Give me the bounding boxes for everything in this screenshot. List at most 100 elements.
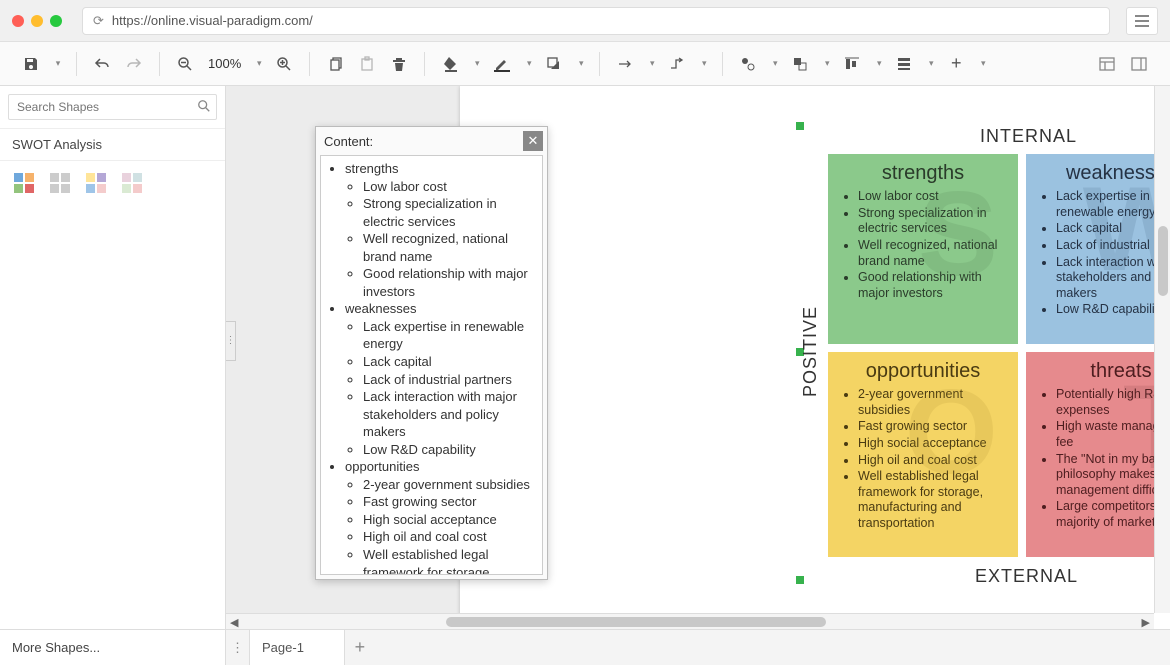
- list-item: Lack of industrial partners: [1056, 238, 1170, 254]
- arrange-button[interactable]: [787, 51, 813, 77]
- shapes-sidebar: SWOT Analysis: [0, 86, 226, 629]
- menu-icon[interactable]: [1126, 7, 1158, 35]
- list-item: 2-year government subsidies: [363, 476, 536, 494]
- delete-button[interactable]: [386, 51, 412, 77]
- save-dropdown-icon[interactable]: ▾: [52, 58, 64, 69]
- close-window-icon[interactable]: [12, 15, 24, 27]
- main-area: SWOT Analysis ⋮ INTERNAL EXTERNAL POSIT: [0, 86, 1170, 629]
- reload-icon[interactable]: ⟳: [93, 13, 104, 29]
- list-item: Well recognized, national brand name: [858, 238, 1008, 269]
- search-shapes-input[interactable]: [8, 94, 217, 120]
- sidebar-section-swot[interactable]: SWOT Analysis: [0, 129, 225, 161]
- list-item: High social acceptance: [363, 511, 536, 529]
- list-item: Lack interaction with major stakeholders…: [363, 388, 536, 441]
- strengths-title: strengths: [838, 162, 1008, 185]
- swot-shape-4[interactable]: [120, 171, 144, 195]
- close-icon[interactable]: ✕: [523, 131, 543, 151]
- list-item: Potentially high R&D expenses: [1056, 387, 1170, 418]
- outline-panel-button[interactable]: [1126, 51, 1152, 77]
- window-controls: [12, 15, 62, 27]
- add-page-button[interactable]: +: [345, 630, 375, 665]
- threats-title: threats: [1036, 360, 1170, 383]
- weaknesses-list: Lack expertise in renewable energyLack c…: [1036, 189, 1170, 318]
- weaknesses-title: weaknesses: [1036, 162, 1170, 185]
- list-item: Lack expertise in renewable energy: [1056, 189, 1170, 220]
- list-item: Strong specialization in electric servic…: [363, 195, 536, 230]
- format-panel-button[interactable]: [1094, 51, 1120, 77]
- quad-opportunities[interactable]: O opportunities 2-year government subsid…: [828, 352, 1018, 557]
- list-item: Lack interaction with major stakeholders…: [1056, 255, 1170, 302]
- shadow-button[interactable]: [541, 51, 567, 77]
- quad-weaknesses[interactable]: W weaknesses Lack expertise in renewable…: [1026, 154, 1170, 344]
- connector-style-button[interactable]: [612, 51, 638, 77]
- fill-color-button[interactable]: [437, 51, 463, 77]
- distribute-button[interactable]: [891, 51, 917, 77]
- list-item: Large competitors get majority of market…: [1056, 499, 1170, 530]
- zoom-out-button[interactable]: [172, 51, 198, 77]
- zoom-window-icon[interactable]: [50, 15, 62, 27]
- line-color-button[interactable]: [489, 51, 515, 77]
- list-item: Lack of industrial partners: [363, 371, 536, 389]
- save-button[interactable]: [18, 51, 44, 77]
- search-icon[interactable]: [197, 99, 211, 118]
- list-item: High waste management fee: [1056, 419, 1170, 450]
- list-item: Well established legal framework for sto…: [363, 546, 536, 575]
- footer: More Shapes... ⋮ Page-1 +: [0, 629, 1170, 665]
- sidebar-collapse-handle[interactable]: ⋮: [226, 321, 236, 361]
- url-text: https://online.visual-paradigm.com/: [112, 13, 313, 28]
- main-toolbar: ▾ 100%▾ ▾ ▾ ▾ ▾ ▾ ▾ ▾ ▾ ▾ +▾: [0, 42, 1170, 86]
- swot-label-positive: POSITIVE: [800, 306, 821, 397]
- list-item: Lack capital: [1056, 221, 1170, 237]
- v-scrollbar-thumb[interactable]: [1158, 226, 1168, 296]
- zoom-level[interactable]: 100%: [204, 56, 245, 71]
- content-outline[interactable]: strengthsLow labor costStrong specializa…: [327, 160, 536, 575]
- zoom-dropdown-icon[interactable]: ▾: [253, 58, 265, 69]
- list-item: Fast growing sector: [363, 493, 536, 511]
- swot-label-internal: INTERNAL: [980, 126, 1077, 147]
- list-item: Well established legal framework for sto…: [858, 469, 1008, 532]
- edit-style-button[interactable]: [735, 51, 761, 77]
- selection-handle[interactable]: [796, 122, 804, 130]
- h-scrollbar-thumb[interactable]: [446, 617, 826, 627]
- zoom-in-button[interactable]: [271, 51, 297, 77]
- paste-button[interactable]: [354, 51, 380, 77]
- list-item: Low labor cost: [858, 189, 1008, 205]
- list-item: 2-year government subsidies: [858, 387, 1008, 418]
- swot-shape-3[interactable]: [84, 171, 108, 195]
- vertical-scrollbar[interactable]: [1154, 86, 1170, 613]
- tab-page-1[interactable]: Page-1: [250, 630, 345, 665]
- list-item: High oil and coal cost: [858, 453, 1008, 469]
- horizontal-scrollbar[interactable]: ◀▶: [226, 613, 1154, 629]
- redo-button[interactable]: [121, 51, 147, 77]
- swot-shape-1[interactable]: [12, 171, 36, 195]
- more-shapes-button[interactable]: More Shapes...: [0, 630, 226, 665]
- diagram-page[interactable]: INTERNAL EXTERNAL POSITIVE NEGATIVE S st…: [460, 86, 1170, 629]
- selection-handle[interactable]: [796, 576, 804, 584]
- content-dialog[interactable]: Content: ✕ strengthsLow labor costStrong…: [315, 126, 548, 580]
- align-button[interactable]: [839, 51, 865, 77]
- add-button[interactable]: +: [943, 51, 969, 77]
- swot-label-external: EXTERNAL: [975, 566, 1078, 587]
- content-dialog-title: Content:: [324, 134, 373, 149]
- threats-list: Potentially high R&D expensesHigh waste …: [1036, 387, 1170, 531]
- list-item: Good relationship with major investors: [363, 265, 536, 300]
- list-item: Low labor cost: [363, 178, 536, 196]
- tab-list-handle[interactable]: ⋮: [226, 630, 250, 665]
- quad-strengths[interactable]: S strengths Low labor costStrong special…: [828, 154, 1018, 344]
- opportunities-list: 2-year government subsidiesFast growing …: [838, 387, 1008, 532]
- list-item: Good relationship with major investors: [858, 270, 1008, 301]
- opportunities-title: opportunities: [838, 360, 1008, 383]
- list-item: Low R&D capability: [1056, 302, 1170, 318]
- minimize-window-icon[interactable]: [31, 15, 43, 27]
- undo-button[interactable]: [89, 51, 115, 77]
- shape-palette: [0, 161, 225, 205]
- content-dialog-body[interactable]: strengthsLow labor costStrong specializa…: [320, 155, 543, 575]
- copy-button[interactable]: [322, 51, 348, 77]
- address-bar[interactable]: ⟳ https://online.visual-paradigm.com/: [82, 7, 1110, 35]
- list-item: Low R&D capability: [363, 441, 536, 459]
- list-item: The "Not in my backyard" philosophy make…: [1056, 452, 1170, 499]
- quad-threats[interactable]: T threats Potentially high R&D expensesH…: [1026, 352, 1170, 557]
- waypoint-button[interactable]: [664, 51, 690, 77]
- list-item: Strong specialization in electric servic…: [858, 206, 1008, 237]
- swot-shape-2[interactable]: [48, 171, 72, 195]
